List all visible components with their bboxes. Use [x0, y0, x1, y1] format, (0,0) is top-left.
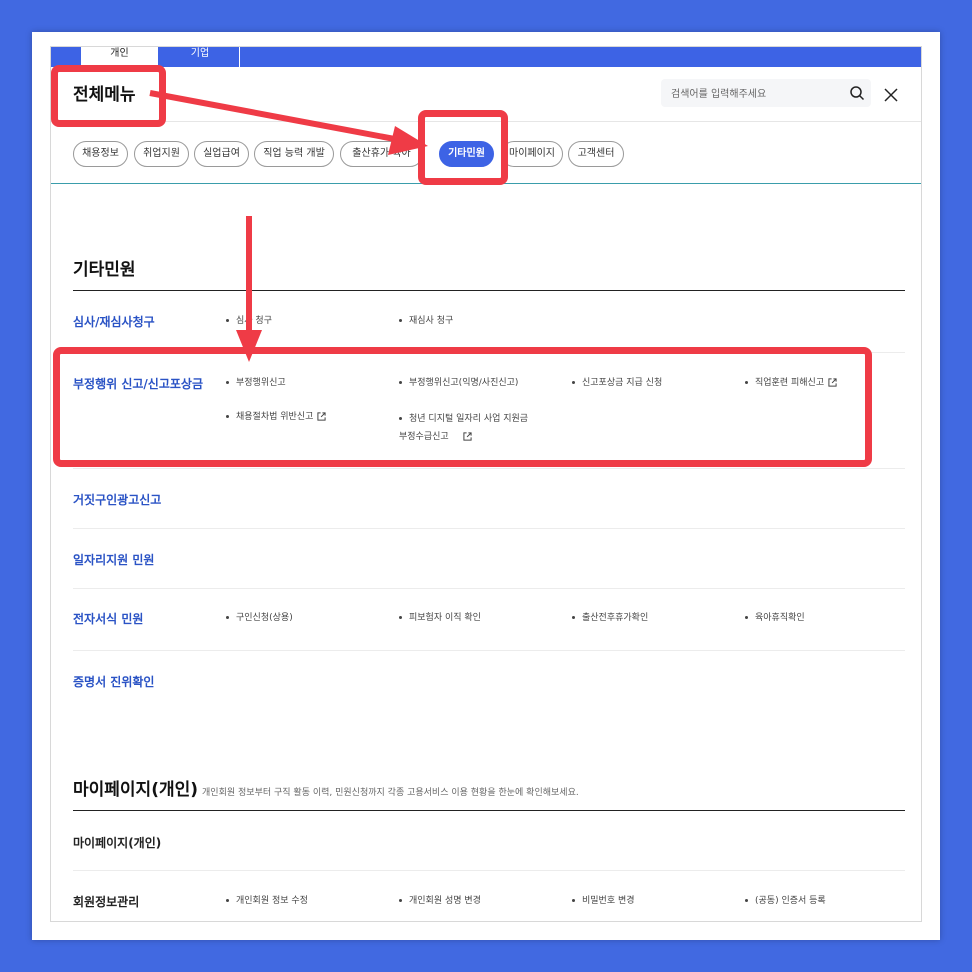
- section-description: 개인회원 정보부터 구직 활동 이력, 민원신청까지 각종 고용서비스 이용 현…: [202, 788, 579, 798]
- search-input[interactable]: [669, 79, 843, 109]
- row-divider: [73, 528, 905, 529]
- link-label: 비밀번호 변경: [582, 896, 635, 906]
- section-title-etc: 기타민원: [73, 260, 136, 280]
- menu-link[interactable]: 구인신청(상용): [226, 611, 293, 625]
- link-label: 개인회원 정보 수정: [236, 896, 308, 906]
- menu-link[interactable]: 출산전후휴가확인: [572, 611, 648, 625]
- row-label-cert[interactable]: 증명서 진위확인: [73, 673, 154, 690]
- menu-link[interactable]: 비밀번호 변경: [572, 894, 635, 908]
- category-tab[interactable]: 마이페이지: [501, 141, 563, 167]
- menu-link[interactable]: 심사 청구: [226, 314, 272, 328]
- menu-link[interactable]: 재심사 청구: [399, 314, 453, 328]
- category-tab[interactable]: 출산휴가 육아: [340, 141, 423, 167]
- bullet-dot: [572, 616, 575, 619]
- bullet-dot: [226, 616, 229, 619]
- category-tab[interactable]: 직업 능력 개발: [254, 141, 334, 167]
- member-type-bar: 개인 기업: [51, 47, 921, 67]
- menu-link[interactable]: 육아휴직확인: [745, 611, 805, 625]
- search-icon[interactable]: [849, 85, 865, 101]
- menu-link[interactable]: (공동) 인증서 등록: [745, 894, 826, 908]
- row-label-fake-ad[interactable]: 거짓구인광고신고: [73, 491, 161, 508]
- bullet-dot: [399, 319, 402, 322]
- category-tab[interactable]: 실업급여: [194, 141, 249, 167]
- bullet-dot: [399, 616, 402, 619]
- link-label: 육아휴직확인: [755, 613, 805, 623]
- row-label-member[interactable]: 회원정보관리: [73, 893, 139, 910]
- link-label: 피보험자 이직 확인: [409, 613, 481, 623]
- row-label-review[interactable]: 심사/재심사청구: [73, 313, 155, 330]
- link-label: 심사 청구: [236, 316, 272, 326]
- close-icon[interactable]: [883, 87, 899, 103]
- section-rule: [73, 290, 905, 291]
- link-label: 출산전후휴가확인: [582, 613, 649, 623]
- row-divider: [73, 870, 905, 871]
- link-label: 개인회원 성명 변경: [409, 896, 481, 906]
- bullet-dot: [226, 319, 229, 322]
- annotation-box-active-tab: [418, 110, 508, 185]
- section-title-mypage: 마이페이지(개인) 개인회원 정보부터 구직 활동 이력, 민원신청까지 각종 고…: [73, 775, 579, 800]
- annotation-box-report-row: [53, 347, 872, 467]
- section-rule: [73, 810, 905, 811]
- row-divider: [73, 650, 905, 651]
- link-label: 구인신청(상용): [236, 613, 293, 623]
- tab-person[interactable]: 개인: [81, 47, 158, 67]
- menu-link[interactable]: 개인회원 성명 변경: [399, 894, 481, 908]
- menu-link[interactable]: 피보험자 이직 확인: [399, 611, 481, 625]
- category-tab[interactable]: 취업지원: [134, 141, 189, 167]
- row-divider: [73, 468, 905, 469]
- category-tab[interactable]: 고객센터: [568, 141, 624, 167]
- bullet-dot: [226, 899, 229, 902]
- bullet-dot: [745, 616, 748, 619]
- bullet-dot: [745, 899, 748, 902]
- category-tab[interactable]: 채용정보: [73, 141, 128, 167]
- annotation-box-menu-title: [51, 65, 166, 127]
- menu-link[interactable]: 개인회원 정보 수정: [226, 894, 308, 908]
- row-divider: [73, 588, 905, 589]
- bullet-dot: [572, 899, 575, 902]
- section-title-text: 마이페이지(개인): [73, 780, 199, 800]
- link-label: (공동) 인증서 등록: [755, 896, 826, 906]
- row-label-mypage[interactable]: 마이페이지(개인): [73, 834, 161, 851]
- search-box: [661, 79, 871, 109]
- bullet-dot: [399, 899, 402, 902]
- row-label-eform[interactable]: 전자서식 민원: [73, 610, 143, 627]
- link-label: 재심사 청구: [409, 316, 454, 326]
- tab-company[interactable]: 기업: [161, 47, 240, 67]
- row-label-job-support[interactable]: 일자리지원 민원: [73, 551, 154, 568]
